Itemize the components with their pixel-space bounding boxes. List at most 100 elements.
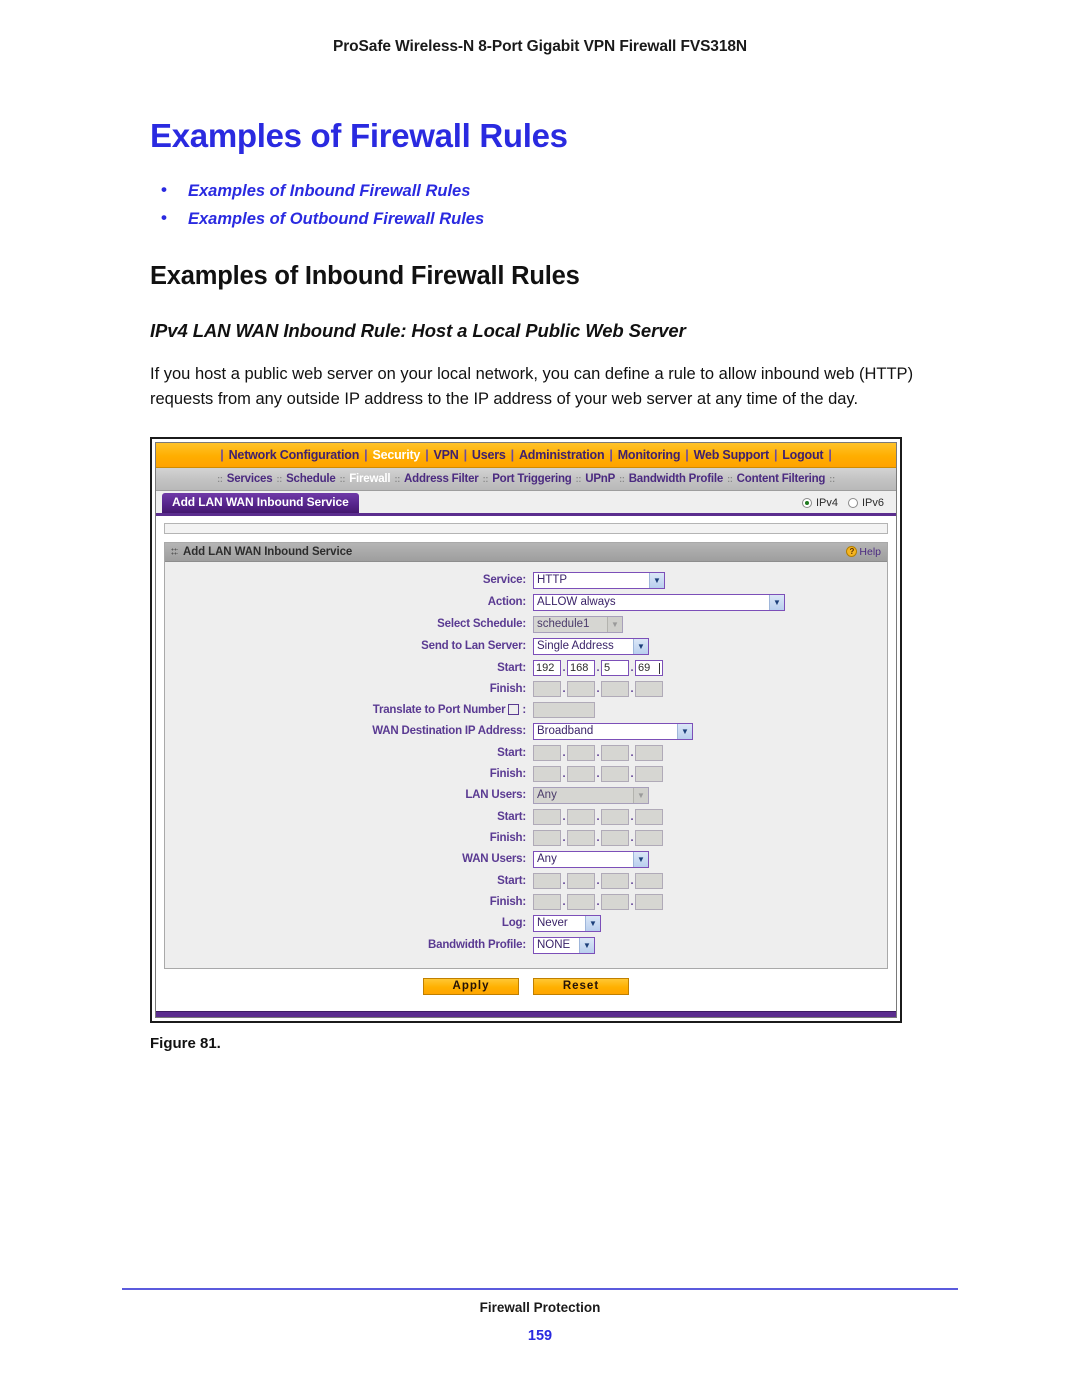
nav-item-logout[interactable]: Logout (782, 448, 823, 462)
nav-item-monitoring[interactable]: Monitoring (618, 448, 681, 462)
octet-1[interactable]: 192 (533, 659, 561, 676)
subnav-item-firewall[interactable]: Firewall (349, 473, 390, 485)
select-action[interactable]: ALLOW always ▼ (533, 593, 785, 611)
octet-4[interactable] (635, 765, 663, 782)
chevron-down-icon: ▼ (579, 937, 594, 953)
octet-4[interactable] (635, 744, 663, 761)
inline-toc: Examples of Inbound Firewall Rules Examp… (150, 180, 950, 229)
octet-2[interactable] (567, 680, 595, 697)
octet-4[interactable] (635, 808, 663, 825)
nav-item-security[interactable]: Security (372, 448, 420, 462)
nav-item-vpn[interactable]: VPN (434, 448, 459, 462)
radio-ipv4[interactable] (801, 497, 812, 508)
octet-2[interactable] (567, 872, 595, 889)
octet-1[interactable] (533, 744, 561, 761)
label-log: Log: (501, 917, 526, 930)
select-service[interactable]: HTTP ▼ (533, 571, 665, 589)
reset-button[interactable]: Reset (533, 977, 629, 995)
octet-2[interactable] (567, 765, 595, 782)
octet-2[interactable]: 168 (567, 659, 595, 676)
checkbox-translate-port[interactable] (508, 704, 520, 716)
footer-divider (122, 1288, 958, 1290)
router-admin-ui: | Network Configuration | Security | VPN… (155, 441, 897, 1018)
label-lan-start: Start: (497, 661, 526, 674)
radio-ipv6[interactable] (847, 497, 858, 508)
radio-ipv4-label: IPv4 (815, 496, 838, 509)
octet-2[interactable] (567, 829, 595, 846)
octet-3[interactable] (601, 808, 629, 825)
subnav-item-schedule[interactable]: Schedule (286, 473, 336, 485)
octet-4[interactable] (635, 893, 663, 910)
nav-item-administration[interactable]: Administration (519, 448, 605, 462)
octet-3[interactable] (601, 893, 629, 910)
select-log[interactable]: Never ▼ (533, 914, 601, 932)
octet-1[interactable] (533, 765, 561, 782)
select-wan-destination-ip[interactable]: Broadband ▼ (533, 722, 693, 740)
help-label: Help (859, 545, 881, 558)
toc-link-outbound[interactable]: Examples of Outbound Firewall Rules (150, 208, 950, 229)
octet-3[interactable] (601, 829, 629, 846)
input-translate-port[interactable] (533, 701, 595, 718)
toc-link-inbound[interactable]: Examples of Inbound Firewall Rules (150, 180, 950, 201)
octet-1[interactable] (533, 872, 561, 889)
select-wan-users-value: Any (537, 853, 557, 866)
tab-add-lan-wan-inbound-service[interactable]: Add LAN WAN Inbound Service (162, 492, 359, 513)
octet-2[interactable] (567, 893, 595, 910)
octet-4[interactable] (635, 680, 663, 697)
form-row-service: Service: HTTP ▼ (165, 571, 887, 589)
select-lan-users-value: Any (537, 789, 557, 802)
octet-3[interactable] (601, 765, 629, 782)
select-send-to-lan-server[interactable]: Single Address ▼ (533, 637, 649, 655)
select-lan-users[interactable]: Any ▼ (533, 786, 649, 804)
panel-title: Add LAN WAN Inbound Service (183, 545, 353, 558)
nav-item-network-configuration[interactable]: Network Configuration (229, 448, 360, 462)
subnav-item-address-filter[interactable]: Address Filter (404, 473, 479, 485)
form-row-wan-dest-finish: Finish: . . . (165, 765, 887, 782)
select-bandwidth-profile[interactable]: NONE ▼ (533, 936, 595, 954)
figure-caption: Figure 81. (150, 1034, 221, 1052)
apply-button[interactable]: Apply (423, 977, 519, 995)
select-schedule[interactable]: schedule1 ▼ (533, 615, 623, 633)
octet-2[interactable] (567, 808, 595, 825)
octet-1[interactable] (533, 808, 561, 825)
chevron-down-icon: ▼ (633, 638, 648, 654)
label-lan-finish: Finish: (489, 682, 526, 695)
subnav-item-port-triggering[interactable]: Port Triggering (492, 473, 572, 485)
octet-2[interactable] (567, 744, 595, 761)
nav-separator: | (773, 447, 778, 462)
subnav-item-content-filtering[interactable]: Content Filtering (737, 473, 826, 485)
octet-4[interactable]: 69 (635, 659, 663, 676)
label-bandwidth-profile: Bandwidth Profile: (428, 939, 526, 952)
subnav-item-bandwidth-profile[interactable]: Bandwidth Profile (629, 473, 724, 485)
chevron-down-icon: ▼ (649, 572, 664, 588)
octet-3[interactable] (601, 872, 629, 889)
footer-section-title: Firewall Protection (479, 1300, 601, 1315)
octet-1[interactable] (533, 893, 561, 910)
subnav-item-upnp[interactable]: UPnP (585, 473, 615, 485)
subnav-item-services[interactable]: Services (227, 473, 273, 485)
form-row-wan-users: WAN Users: Any ▼ (165, 850, 887, 868)
octet-3[interactable]: 5 (601, 659, 629, 676)
label-select-schedule: Select Schedule: (437, 618, 526, 631)
help-link[interactable]: ? Help (846, 546, 881, 558)
ip-input-lan-start: 192 . 168 . 5 . 69 (533, 659, 663, 676)
octet-4[interactable] (635, 872, 663, 889)
question-mark-icon: ? (846, 546, 858, 558)
select-wan-users[interactable]: Any ▼ (533, 850, 649, 868)
ip-input-wan-users-finish: . . . (533, 893, 663, 910)
form-row-lan-finish: Finish: . . . (165, 680, 887, 697)
octet-3[interactable] (601, 680, 629, 697)
grip-icon (171, 547, 178, 556)
radio-ipv6-label: IPv6 (861, 496, 884, 509)
label-lan-users: LAN Users: (465, 789, 526, 802)
nav-separator: | (425, 447, 429, 462)
nav-item-users[interactable]: Users (472, 448, 506, 462)
octet-4[interactable] (635, 829, 663, 846)
nav-item-web-support[interactable]: Web Support (694, 448, 770, 462)
octet-3[interactable] (601, 744, 629, 761)
octet-1[interactable] (533, 680, 561, 697)
octet-1[interactable] (533, 829, 561, 846)
form-row-lan-users-start: Start: . . . (165, 808, 887, 825)
panel-body: Service: HTTP ▼ Action: ALLOW always ▼ S… (165, 561, 887, 968)
form-row-lan-users: LAN Users: Any ▼ (165, 786, 887, 804)
